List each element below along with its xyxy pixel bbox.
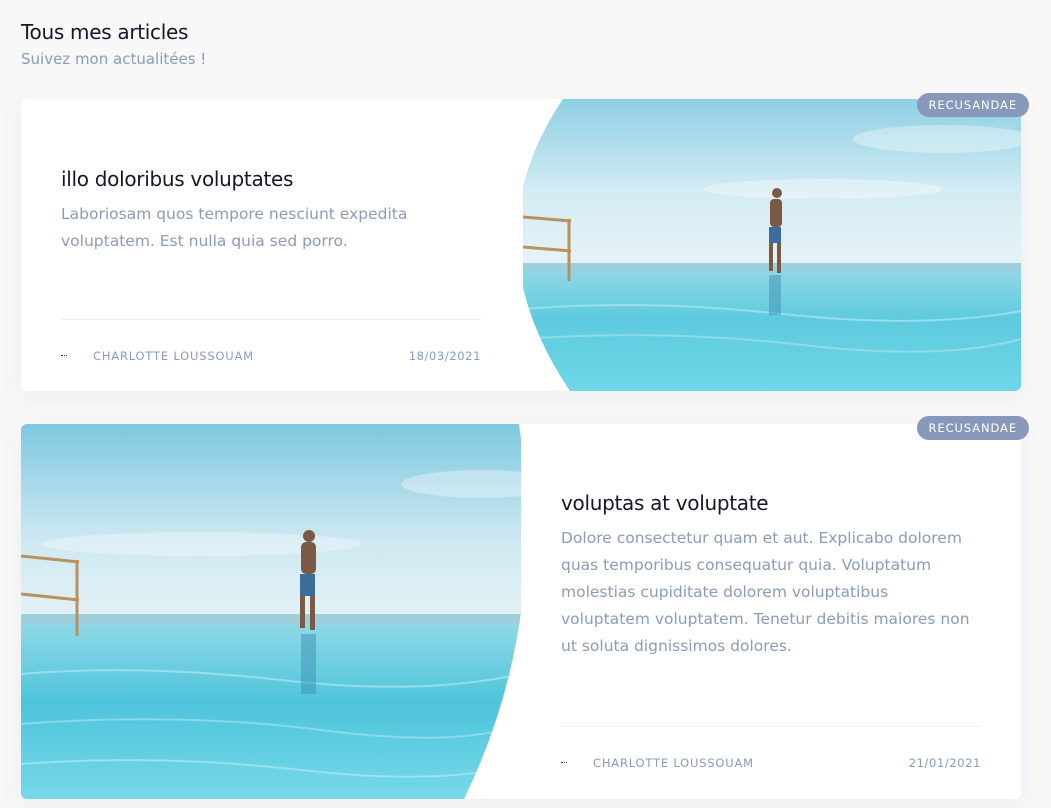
category-badge[interactable]: RECUSANDAE [916,416,1029,440]
article-excerpt: Laboriosam quos tempore nesciunt expedit… [61,205,408,250]
article-author[interactable]: CHARLOTTE LOUSSOUAM [593,756,909,770]
article-date: 18/03/2021 [408,349,481,363]
article-meta: CHARLOTTE LOUSSOUAM 21/01/2021 [561,755,981,771]
article-image[interactable] [21,424,521,799]
article-content: voluptas at voluptate Dolore consectetur… [561,424,981,799]
card-divider [561,726,981,727]
article-content: illo doloribus voluptates Laboriosam quo… [61,99,481,391]
article-card[interactable]: illo doloribus voluptates Laboriosam quo… [21,93,1029,391]
card-divider [61,319,481,320]
article-excerpt: Dolore consectetur quam et aut. Explicab… [561,529,970,655]
category-badge[interactable]: RECUSANDAE [916,93,1029,117]
avatar [61,355,67,357]
article-meta: CHARLOTTE LOUSSOUAM 18/03/2021 [61,348,481,364]
pool-photo [21,424,521,799]
page-title: Tous mes articles [21,20,189,44]
article-card[interactable]: voluptas at voluptate Dolore consectetur… [21,416,1029,799]
article-date: 21/01/2021 [908,756,981,770]
page-header: Tous mes articles Suivez mon actualitées… [21,20,206,68]
article-author[interactable]: CHARLOTTE LOUSSOUAM [93,349,409,363]
article-title[interactable]: voluptas at voluptate [561,491,769,515]
avatar [561,762,567,764]
article-title[interactable]: illo doloribus voluptates [61,167,293,191]
pool-photo [523,99,1021,391]
page-subtitle: Suivez mon actualitées ! [21,50,207,68]
article-image[interactable] [523,99,1021,391]
